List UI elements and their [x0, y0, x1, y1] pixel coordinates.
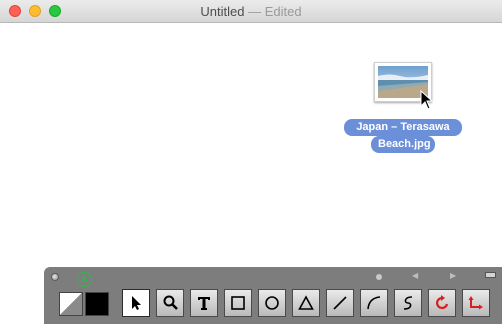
file-name-line-2: Beach.jpg: [371, 136, 435, 153]
file-name-label[interactable]: Japan – Terasawa Beach.jpg: [343, 119, 463, 153]
file-name-line-1: Japan – Terasawa: [344, 119, 462, 136]
zoom-tool[interactable]: [156, 289, 184, 317]
line-icon: [333, 296, 347, 310]
palette-previous-icon[interactable]: ◀: [412, 271, 418, 280]
stroke-color-swatch[interactable]: [85, 292, 109, 316]
text-t-icon: [198, 297, 210, 310]
title-bar[interactable]: Untitled — Edited: [0, 0, 502, 23]
accessibility-a-icon[interactable]: A: [77, 272, 92, 287]
freehand-tool[interactable]: [394, 289, 422, 317]
select-tool[interactable]: [122, 289, 150, 317]
rotate-tool[interactable]: [428, 289, 456, 317]
triangle-icon: [298, 295, 314, 310]
square-icon: [231, 296, 245, 310]
fill-color-swatch[interactable]: [59, 292, 83, 316]
arc-icon: [367, 296, 381, 310]
document-name: Untitled: [200, 4, 245, 19]
arrow-cursor-icon: [132, 296, 141, 310]
oval-tool[interactable]: [258, 289, 286, 317]
document-window: Untitled — Edited Japan – Terasawa Beach…: [0, 0, 502, 324]
circle-icon: [265, 296, 279, 310]
squiggle-icon: [403, 296, 413, 310]
palette-close-icon[interactable]: [51, 273, 59, 281]
elbow-arrow-icon: [468, 296, 483, 310]
palette-next-icon[interactable]: ▶: [450, 271, 456, 280]
tools-palette: A ◀ ▶: [44, 267, 502, 324]
text-tool[interactable]: [190, 289, 218, 317]
polygon-tool[interactable]: [292, 289, 320, 317]
window-title: Untitled — Edited: [0, 4, 502, 19]
connector-tool[interactable]: [462, 289, 490, 317]
title-separator: —: [248, 4, 262, 19]
palette-collapse-icon[interactable]: [485, 272, 496, 278]
edited-status: Edited: [264, 4, 302, 19]
line-tool[interactable]: [326, 289, 354, 317]
rotate-icon: [436, 295, 449, 310]
palette-page-dot-icon[interactable]: [376, 274, 382, 280]
mouse-pointer-icon: [420, 90, 434, 110]
magnifier-icon: [163, 295, 178, 310]
rectangle-tool[interactable]: [224, 289, 252, 317]
arc-tool[interactable]: [360, 289, 388, 317]
